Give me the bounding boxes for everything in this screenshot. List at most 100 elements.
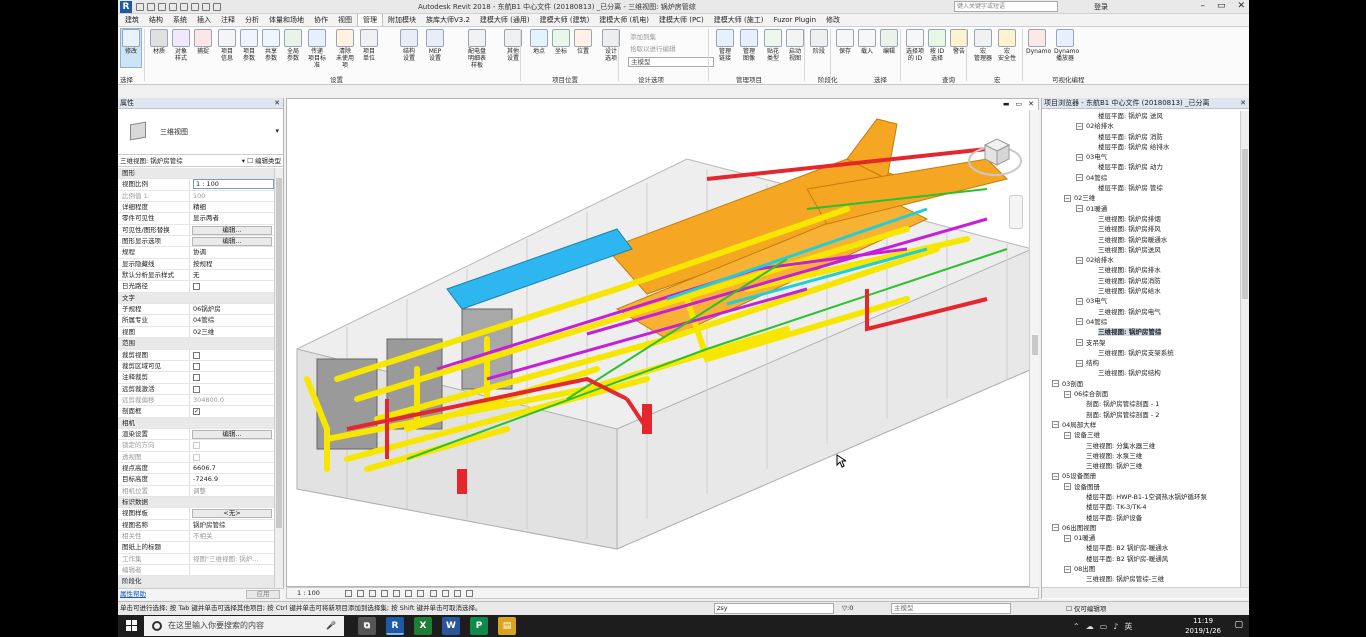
ribbon-button[interactable]: 对象 样式 (170, 29, 192, 62)
tree-node[interactable]: 楼层平面: 锅炉设备 (1042, 513, 1240, 523)
tree-node[interactable]: −05设备图册 (1042, 471, 1240, 481)
ribbon-tab[interactable]: 建模大师 (建筑) (535, 14, 595, 26)
ribbon-button[interactable]: 修改 (120, 28, 142, 68)
ribbon-button[interactable]: 项目 单位 (358, 29, 380, 62)
close-icon[interactable]: ✕ (1240, 98, 1246, 108)
property-value[interactable]: 04管综 (190, 315, 274, 325)
edit-button[interactable]: 编辑... (192, 429, 272, 439)
restore-icon[interactable]: ▭ (1217, 1, 1226, 11)
property-value[interactable]: 按规程 (190, 259, 274, 269)
ribbon-button[interactable]: 管理 图像 (738, 29, 760, 62)
tree-node[interactable]: −02三维 (1042, 193, 1240, 203)
apply-button[interactable]: 应用 (246, 590, 280, 599)
excel-taskbar-icon[interactable]: X (414, 617, 432, 635)
tree-node[interactable]: −02给排水 (1042, 121, 1240, 131)
reveal-hidden-icon[interactable] (453, 589, 461, 597)
collapse-icon[interactable]: − (1076, 359, 1083, 367)
tree-node[interactable]: −04管综 (1042, 317, 1240, 327)
tree-node[interactable]: 三维视图: 锅炉房暖通水 (1042, 235, 1240, 245)
collapse-icon[interactable]: − (1064, 431, 1071, 439)
property-value[interactable] (190, 406, 274, 416)
collapse-icon[interactable]: − (1076, 174, 1083, 182)
collapse-icon[interactable]: − (1064, 534, 1071, 542)
property-value[interactable]: 视图"三维视图: 锅炉... (190, 554, 274, 564)
ribbon-button[interactable]: 宏 管理器 (972, 29, 994, 62)
collapse-icon[interactable]: − (1076, 297, 1083, 305)
instance-filter[interactable]: 三维视图: 锅炉房管综 ▾ ☐ 编辑类型 (118, 155, 283, 167)
property-category[interactable]: 范围 (118, 338, 274, 350)
property-category[interactable]: 相机 (118, 417, 274, 429)
tree-node[interactable]: −06出图视图 (1042, 523, 1240, 533)
ribbon-tab[interactable]: 建模大师 (通用) (475, 14, 535, 26)
tree-node[interactable]: 楼层平面: 锅炉房 送风 (1042, 111, 1240, 121)
ribbon-button[interactable]: 管理 链接 (714, 29, 736, 62)
ribbon-tab[interactable]: 系统 (168, 14, 192, 26)
windows-start-icon[interactable] (126, 620, 138, 632)
ime-indicator[interactable]: 英 (1124, 622, 1138, 631)
taskbar-search-box[interactable]: 在这里输入你要搜索的内容 🎤 (144, 616, 344, 636)
tree-node[interactable]: 三维视图: 锅炉房消防 (1042, 276, 1240, 286)
ribbon-button[interactable]: 按 ID 选择 (926, 29, 948, 62)
ribbon-button[interactable]: 位置 (572, 29, 594, 55)
notification-icon[interactable]: ▢ (1234, 620, 1243, 630)
property-value[interactable]: -7246.9 (190, 474, 274, 484)
revit-taskbar-icon[interactable]: R (386, 617, 404, 635)
workset-selector[interactable]: zsy (714, 603, 834, 614)
property-category[interactable]: 图形 (118, 168, 274, 180)
tree-node[interactable]: 楼层平面: TK-3/TK-4 (1042, 502, 1240, 512)
editable-only-toggle[interactable]: ☐ 仅可编辑项 (1066, 603, 1106, 615)
view-scale-value[interactable]: 1 : 100 (297, 589, 320, 597)
tree-node[interactable]: 三维视图: 锅炉三维 (1042, 461, 1240, 471)
tree-node[interactable]: 楼层平面: B2 锅炉房-暖通风 (1042, 554, 1240, 564)
property-value[interactable]: 06锅炉房 (190, 304, 274, 314)
tree-node[interactable]: 楼层平面: B2 锅炉房-暖通水 (1042, 543, 1240, 553)
ribbon-button[interactable]: 捕捉 (192, 29, 214, 55)
ribbon-button[interactable]: 启动 视图 (784, 29, 806, 62)
tree-node[interactable]: 剖面: 锅炉房管综剖面 - 2 (1042, 410, 1240, 420)
pick-to-edit-button[interactable]: 拾取以进行编辑 (630, 43, 676, 53)
navigation-bar[interactable] (1009, 195, 1023, 229)
property-value[interactable]: 协调 (190, 247, 274, 257)
ribbon-tab[interactable]: 分析 (240, 14, 264, 26)
collapse-icon[interactable]: − (1064, 483, 1071, 491)
collapse-icon[interactable]: − (1052, 472, 1059, 480)
ribbon-tab[interactable]: 插入 (192, 14, 216, 26)
property-category[interactable]: 阶段化 (118, 576, 274, 588)
ribbon-tab[interactable]: 建模大师 (机电) (594, 14, 654, 26)
task-view-icon[interactable]: ⧉ (358, 617, 376, 635)
ribbon-tab[interactable]: 管理 (357, 13, 383, 26)
tree-node[interactable]: 三维视图: 锅炉房给水 (1042, 286, 1240, 296)
viewport-scrollbar[interactable] (1029, 110, 1039, 587)
tree-node[interactable]: − 结构 (1042, 358, 1240, 368)
property-value[interactable] (190, 452, 274, 462)
tree-node[interactable]: −03剖面 (1042, 379, 1240, 389)
property-category[interactable]: 标识数据 (118, 496, 274, 509)
properties-scrollbar[interactable] (274, 168, 283, 588)
visual-style-icon[interactable] (357, 589, 365, 597)
property-value[interactable]: <无> (190, 508, 274, 519)
crop-region-icon[interactable] (417, 589, 425, 597)
ribbon-tab[interactable]: 视图 (333, 14, 357, 26)
collapse-icon[interactable]: − (1052, 421, 1059, 429)
lock-view-icon[interactable] (429, 589, 437, 597)
checkbox[interactable] (193, 283, 200, 291)
ribbon-tab[interactable]: 建模大师 (施工) (709, 14, 769, 26)
property-value[interactable]: 无 (190, 270, 274, 280)
tree-node[interactable]: −08出图 (1042, 564, 1240, 574)
close-icon[interactable]: ✕ (1237, 1, 1245, 11)
text-icon[interactable] (213, 2, 221, 11)
tree-node[interactable]: 剖面: 锅炉房管综剖面 - 1 (1042, 399, 1240, 409)
tree-node[interactable]: 三维视图: 锅炉房排风 (1042, 224, 1240, 234)
property-value[interactable]: 不相关 (190, 531, 274, 541)
property-value[interactable]: 02三维 (190, 327, 274, 337)
ribbon-button[interactable]: 配电盘明细表 样板 (466, 29, 488, 69)
ribbon-button[interactable]: 地点 (528, 29, 550, 55)
property-category[interactable]: 文字 (118, 292, 274, 305)
tree-node[interactable]: −04管综 (1042, 173, 1240, 183)
ribbon-tab[interactable]: 协作 (309, 14, 333, 26)
property-value[interactable] (190, 372, 274, 382)
scrollbar-thumb[interactable] (276, 178, 282, 528)
tree-node[interactable]: 三维视图: 锅炉房送风 (1042, 245, 1240, 255)
ribbon-tab[interactable]: 修改 (821, 14, 845, 26)
temp-hide-icon[interactable] (441, 589, 449, 597)
